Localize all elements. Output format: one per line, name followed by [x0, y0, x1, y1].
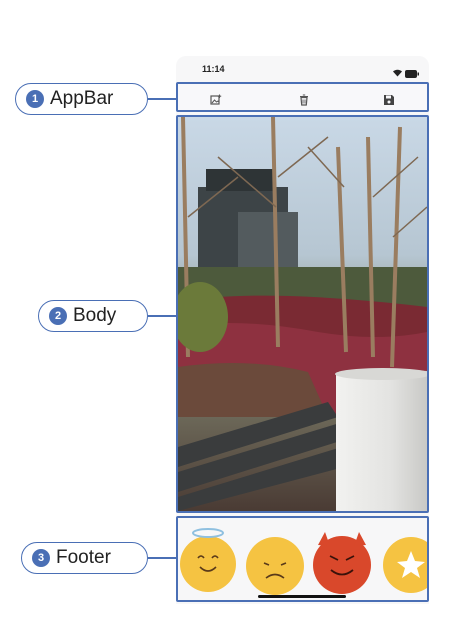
callout-number: 1: [26, 90, 44, 108]
home-indicator: [258, 595, 346, 598]
connector-body: [148, 315, 176, 317]
status-bar: 11:14: [176, 56, 429, 82]
callout-number: 2: [49, 307, 67, 325]
callout-body: 2 Body: [38, 300, 148, 332]
callout-label: AppBar: [50, 88, 114, 109]
connector-footer: [148, 557, 176, 559]
add-photo-icon[interactable]: [210, 93, 222, 105]
status-time: 11:14: [202, 64, 225, 74]
wifi-icon: [392, 64, 403, 82]
star-sticker[interactable]: [383, 537, 427, 593]
callout-number: 3: [32, 549, 50, 567]
body-region: [176, 115, 429, 513]
save-icon[interactable]: [383, 93, 395, 105]
footer-region: [176, 516, 429, 602]
callout-appbar: 1 AppBar: [15, 83, 148, 115]
angel-face-sticker[interactable]: [180, 528, 236, 592]
trash-icon[interactable]: [298, 93, 310, 106]
battery-icon: [405, 65, 419, 83]
connector-appbar: [148, 98, 176, 100]
devil-face-sticker[interactable]: [313, 532, 371, 594]
appbar-region: [176, 82, 429, 112]
callout-footer: 3 Footer: [21, 542, 148, 574]
callout-label: Body: [73, 305, 117, 326]
background-photo: [178, 117, 427, 511]
sad-face-sticker[interactable]: [246, 537, 304, 595]
sticker-row: [180, 528, 427, 595]
callout-label: Footer: [56, 547, 111, 568]
